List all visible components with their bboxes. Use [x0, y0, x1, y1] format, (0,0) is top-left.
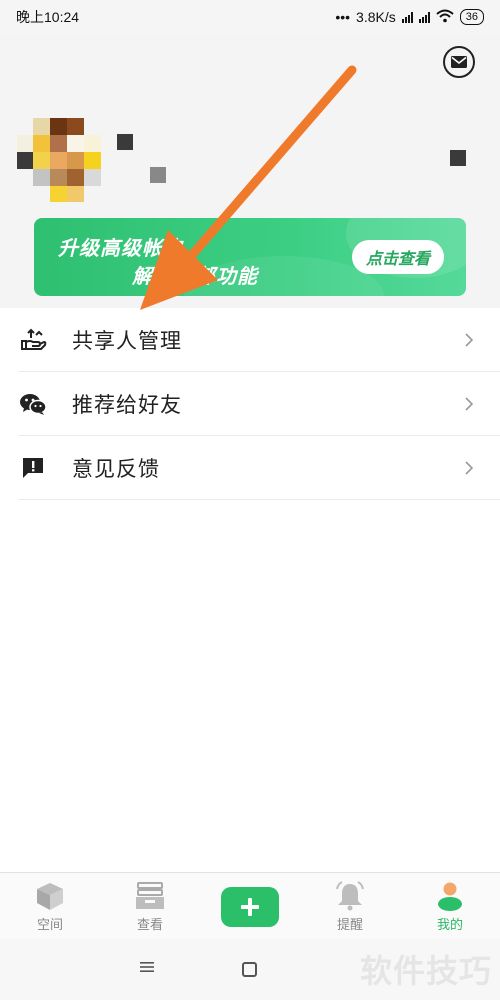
plus-icon	[241, 898, 259, 916]
more-dots-icon: •••	[335, 9, 351, 25]
menu-icon[interactable]	[139, 960, 155, 974]
menu-item-label: 共享人管理	[72, 328, 182, 353]
upgrade-banner[interactable]: 升级高级帐户 解锁全部功能 点击查看	[34, 218, 466, 296]
bell-icon	[336, 881, 364, 911]
mail-icon[interactable]	[443, 46, 475, 78]
view-details-button[interactable]: 点击查看	[351, 240, 444, 274]
pixel-mark	[117, 134, 133, 150]
menu-item-recommend-to-friend[interactable]: 推荐给好友	[18, 372, 500, 436]
menu-item-label: 意见反馈	[72, 456, 160, 481]
banner-title: 升级高级帐户	[58, 236, 184, 260]
chevron-right-icon	[465, 332, 474, 347]
inbox-icon	[136, 882, 164, 909]
add-button[interactable]	[221, 887, 279, 927]
status-time: 晚上10:24	[16, 9, 80, 25]
chevron-right-icon	[465, 460, 474, 475]
status-indicators: ••• 3.8K/s 36	[335, 9, 484, 26]
signal-hd-icon	[401, 11, 413, 23]
watermark: 软件技巧	[359, 952, 492, 990]
wifi-icon	[436, 9, 454, 26]
settings-menu: 共享人管理 推荐给好友 意见反馈	[0, 308, 500, 500]
chevron-right-icon	[465, 396, 474, 411]
avatar[interactable]	[17, 118, 101, 202]
share-hand-icon	[18, 325, 48, 355]
menu-item-feedback[interactable]: 意见反馈	[18, 436, 500, 500]
status-bar: 晚上10:24 ••• 3.8K/s 36	[0, 0, 500, 34]
profile-header: 升级高级帐户 解锁全部功能 点击查看	[0, 34, 500, 308]
signal-icon	[418, 11, 430, 23]
pixel-mark	[450, 150, 466, 166]
cube-icon	[37, 883, 63, 910]
feedback-icon	[18, 453, 48, 483]
nav-item-reminder[interactable]: 提醒	[300, 873, 400, 938]
nav-label: 查看	[136, 918, 163, 933]
banner-subtitle: 解锁全部功能	[132, 264, 258, 288]
battery-icon: 36	[459, 9, 484, 25]
nav-item-space[interactable]: 空间	[0, 873, 100, 938]
home-icon[interactable]	[242, 962, 257, 977]
bottom-navigation: 空间 查看 提醒 我的	[0, 872, 500, 938]
nav-item-view[interactable]: 查看	[100, 873, 200, 938]
nav-item-add[interactable]	[200, 873, 300, 938]
person-icon	[438, 882, 462, 911]
nav-label: 我的	[436, 918, 463, 933]
wechat-icon	[18, 389, 48, 419]
menu-item-sharer-management[interactable]: 共享人管理	[18, 308, 500, 372]
network-speed: 3.8K/s	[356, 9, 396, 25]
pixel-mark	[150, 167, 166, 183]
nav-label: 空间	[36, 918, 63, 933]
nav-item-mine[interactable]: 我的	[400, 873, 500, 938]
menu-item-label: 推荐给好友	[72, 392, 182, 417]
system-navigation-bar: 软件技巧	[0, 938, 500, 1000]
nav-label: 提醒	[336, 918, 363, 933]
